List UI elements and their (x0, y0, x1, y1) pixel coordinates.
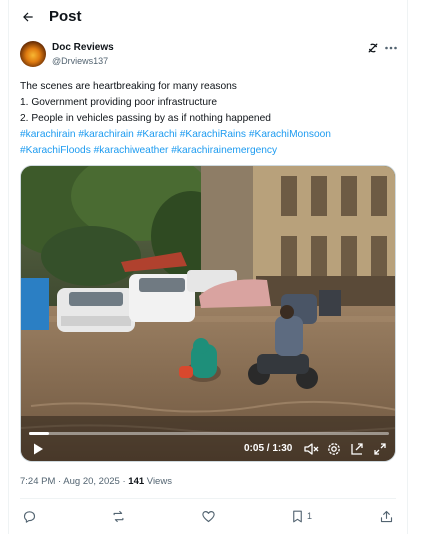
heart-icon (202, 510, 215, 522)
hashtag-link[interactable]: #Karachi (137, 129, 177, 140)
fullscreen-button[interactable] (372, 441, 388, 457)
tweet-line: The scenes are heartbreaking for many re… (20, 81, 237, 92)
video-progress-bar[interactable] (29, 432, 389, 435)
repost-icon (113, 510, 124, 522)
video-time: 0:05 / 1:30 (244, 443, 293, 454)
grok-button[interactable] (366, 41, 380, 55)
arrow-left-icon (23, 12, 33, 22)
settings-button[interactable] (326, 441, 342, 457)
grok-icon (368, 43, 378, 53)
video-player[interactable]: 0:05 / 1:30 (20, 165, 396, 462)
video-frame-image (21, 166, 395, 461)
mute-button[interactable] (303, 441, 319, 457)
hashtag-link[interactable]: #KarachiRains (180, 129, 246, 140)
tweet-line: 1. Government providing poor infrastruct… (20, 97, 218, 108)
play-button[interactable] (31, 442, 45, 456)
video-progress-fill (29, 432, 50, 435)
reply-icon (23, 510, 36, 523)
page-title: Post (49, 8, 82, 25)
reply-button[interactable] (22, 508, 37, 524)
tweet-line: 2. People in vehicles passing by as if n… (20, 113, 271, 124)
repost-button[interactable] (111, 508, 126, 524)
pip-button[interactable] (349, 441, 365, 457)
settings-icon (328, 443, 340, 455)
meta-separator: · (122, 476, 126, 487)
hashtag-link[interactable]: #karachirain (20, 129, 76, 140)
hashtag-line: #karachirain #karachirain #Karachi #Kara… (20, 127, 395, 143)
hashtag-link[interactable]: #KarachiFloods (20, 145, 91, 156)
views-label: Views (146, 476, 172, 487)
fullscreen-icon (374, 443, 386, 455)
divider (20, 498, 396, 499)
share-icon (380, 510, 393, 522)
play-icon (34, 443, 43, 455)
mute-icon (304, 443, 319, 455)
hashtag-line: #KarachiFloods #karachiweather #karachir… (20, 143, 395, 159)
hashtag-link[interactable]: #KarachiMonsoon (249, 129, 331, 140)
pip-icon (351, 443, 363, 455)
more-horizontal-icon (385, 46, 397, 50)
author-handle[interactable]: @Drviews137 (52, 56, 108, 66)
tweet-text: The scenes are heartbreaking for many re… (20, 79, 395, 159)
video-controls: 0:05 / 1:30 (21, 428, 395, 461)
hashtag-link[interactable]: #karachiweather (94, 145, 169, 156)
author-display-name[interactable]: Doc Reviews (52, 42, 114, 53)
post-meta: 7:24 PM · Aug 20, 2025 · 141 Views (20, 476, 172, 487)
back-button[interactable] (17, 6, 39, 28)
post-timestamp[interactable]: 7:24 PM · Aug 20, 2025 (20, 476, 120, 487)
hashtag-link[interactable]: #karachirainemergency (171, 145, 277, 156)
like-button[interactable] (201, 508, 216, 524)
bookmark-icon (293, 510, 302, 522)
more-options-button[interactable] (384, 41, 398, 55)
avatar[interactable] (20, 41, 46, 67)
bookmark-count: 1 (307, 511, 313, 521)
hashtag-link[interactable]: #karachirain (78, 129, 134, 140)
bookmark-button[interactable]: 1 (290, 508, 312, 524)
views-count: 141 (128, 476, 145, 487)
share-button[interactable] (379, 508, 394, 524)
